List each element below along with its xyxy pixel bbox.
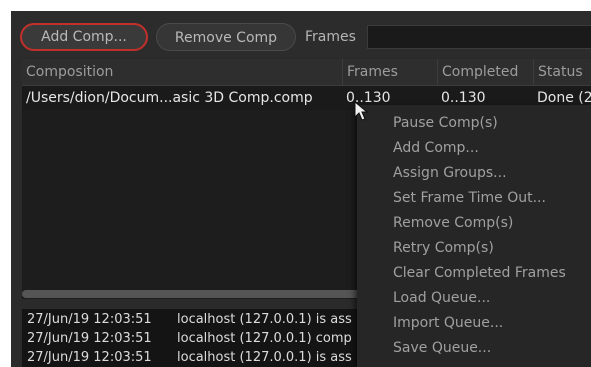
log-line: 27/Jun/19 12:03:51 localhost (127.0.0.1) … <box>27 349 352 367</box>
remove-comp-button[interactable]: Remove Comp <box>156 23 296 51</box>
context-menu: Pause Comp(s) Add Comp... Assign Groups.… <box>357 105 591 367</box>
column-header-completed[interactable]: Completed <box>437 59 533 85</box>
column-header-status[interactable]: Status <box>533 59 591 85</box>
menu-item-import-queue[interactable]: Import Queue... <box>393 311 503 335</box>
log-timestamp: 27/Jun/19 12:03:51 <box>27 331 152 346</box>
menu-item-retry-comps[interactable]: Retry Comp(s) <box>393 236 494 260</box>
menu-item-remove-comps[interactable]: Remove Comp(s) <box>393 211 513 235</box>
menu-item-set-frame-time-out[interactable]: Set Frame Time Out... <box>393 186 546 210</box>
log-message: localhost (127.0.0.1) comp <box>177 331 352 346</box>
frames-label: Frames <box>305 29 356 45</box>
menu-item-load-queue[interactable]: Load Queue... <box>393 286 490 310</box>
add-comp-button[interactable]: Add Comp... <box>20 23 148 51</box>
menu-item-assign-groups[interactable]: Assign Groups... <box>393 161 507 185</box>
menu-item-clear-completed-frames[interactable]: Clear Completed Frames <box>393 261 566 285</box>
log-timestamp: 27/Jun/19 12:03:51 <box>27 312 152 327</box>
mouse-pointer-icon <box>354 101 369 121</box>
menu-item-pause-comps[interactable]: Pause Comp(s) <box>393 111 498 135</box>
cell-composition: /Users/dion/Docum...asic 3D Comp.comp <box>26 90 313 106</box>
horizontal-scrollbar[interactable] <box>22 290 367 298</box>
column-header-frames[interactable]: Frames <box>342 59 437 85</box>
menu-item-add-comp[interactable]: Add Comp... <box>393 136 479 160</box>
log-message: localhost (127.0.0.1) is ass <box>177 350 352 365</box>
log-line: 27/Jun/19 12:03:51 localhost (127.0.0.1) … <box>27 311 352 329</box>
log-timestamp: 27/Jun/19 12:03:51 <box>27 350 152 365</box>
log-line: 27/Jun/19 12:03:51 localhost (127.0.0.1) … <box>27 330 352 348</box>
column-header-composition[interactable]: Composition <box>22 59 342 85</box>
log-message: localhost (127.0.0.1) is ass <box>177 312 352 327</box>
table-header: Composition Frames Completed Status <box>22 59 591 86</box>
frames-input[interactable] <box>367 25 591 49</box>
toolbar: Add Comp... Remove Comp Frames <box>11 11 591 57</box>
menu-item-save-queue[interactable]: Save Queue... <box>393 336 491 360</box>
